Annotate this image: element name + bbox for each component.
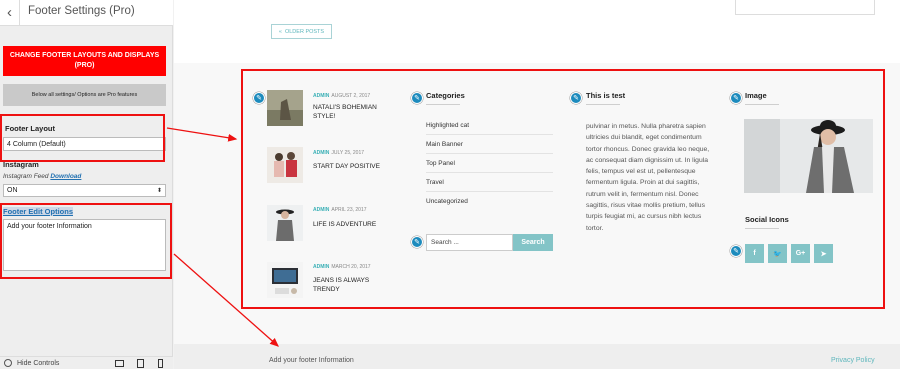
footer-info-text: Add your footer Information <box>269 357 354 364</box>
back-button[interactable]: ‹ <box>0 0 20 25</box>
sidebar-header: ‹ Footer Settings (Pro) <box>0 0 173 26</box>
annotation-box-footer-widgets <box>241 69 885 309</box>
annotation-box-footer-layout <box>0 114 165 162</box>
instagram-select[interactable]: ON ⬍ <box>3 184 166 197</box>
select-arrows-icon: ⬍ <box>156 188 162 194</box>
instagram-download-link[interactable]: Download <box>50 173 81 180</box>
instagram-feed-text: Instagram Feed Download <box>3 173 81 180</box>
annotation-box-footer-edit <box>0 203 172 279</box>
customizer-sidebar: ‹ Footer Settings (Pro) CHANGE FOOTER LA… <box>0 0 173 369</box>
hide-controls-button[interactable]: Hide Controls <box>4 359 59 367</box>
mobile-preview-icon[interactable] <box>158 359 163 368</box>
desktop-preview-icon[interactable] <box>115 360 124 367</box>
change-footer-layouts-button[interactable]: CHANGE FOOTER LAYOUTS AND DISPLAYS (PRO) <box>3 46 166 76</box>
privacy-policy-link[interactable]: Privacy Policy <box>831 357 875 364</box>
instagram-value: ON <box>7 187 18 194</box>
pro-features-note: Below all settings/ Options are Pro feat… <box>3 84 166 106</box>
collapse-icon <box>4 359 12 367</box>
instagram-feed-label: Instagram Feed <box>3 173 49 180</box>
sidebar-footer: Hide Controls <box>0 356 173 369</box>
chevron-left-icon: ‹ <box>7 4 12 21</box>
tablet-preview-icon[interactable] <box>137 359 144 368</box>
hide-controls-label: Hide Controls <box>17 359 60 367</box>
sidebar-title: Footer Settings (Pro) <box>28 5 135 17</box>
sidebar-widget-box <box>735 0 875 15</box>
older-posts-label: OLDER POSTS <box>284 28 325 35</box>
older-posts-button[interactable]: « OLDER POSTS <box>271 24 332 39</box>
double-chevron-left-icon: « <box>278 28 282 35</box>
